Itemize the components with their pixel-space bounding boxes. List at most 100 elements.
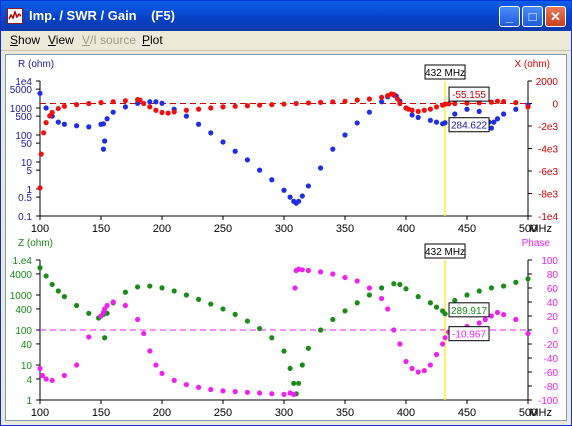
data-point xyxy=(196,121,202,127)
data-point xyxy=(318,165,324,171)
data-point xyxy=(281,391,287,397)
data-point xyxy=(159,285,165,291)
right-tick-label: 0 xyxy=(552,326,558,337)
plots-svg[interactable]: R (ohm) X (ohm)MHz100 150 200 250 300 350 400 45… xyxy=(6,55,566,420)
data-point xyxy=(452,111,458,117)
data-point xyxy=(501,111,507,117)
data-point xyxy=(141,100,147,107)
data-point xyxy=(482,316,488,323)
data-point xyxy=(488,125,494,131)
data-point xyxy=(354,300,360,306)
x-tick-label: 150 xyxy=(92,223,110,235)
data-point xyxy=(220,306,226,312)
data-point xyxy=(37,185,43,191)
data-point xyxy=(257,390,263,396)
data-point xyxy=(354,278,360,284)
data-point xyxy=(43,273,49,279)
data-point xyxy=(476,288,482,294)
data-point xyxy=(433,119,440,125)
data-point xyxy=(291,391,297,397)
right-axis-label: Phase xyxy=(522,238,551,249)
data-point xyxy=(379,285,385,291)
data-point xyxy=(409,107,415,113)
left-tick-label: 4 xyxy=(26,375,32,386)
title-bar[interactable]: Imp. / SWR / Gain (F5) _ □ ✕ xyxy=(1,1,571,31)
close-button[interactable]: ✕ xyxy=(545,6,566,27)
data-point xyxy=(296,198,302,204)
x-tick-label: 450 xyxy=(458,407,476,419)
data-point xyxy=(442,335,448,341)
data-point xyxy=(464,106,470,112)
menu-plot[interactable]: Plot xyxy=(142,33,163,47)
readout-value: -55.155 xyxy=(452,90,486,101)
data-point xyxy=(442,120,448,126)
data-point xyxy=(292,285,298,291)
data-point xyxy=(433,304,440,310)
data-point xyxy=(98,100,104,106)
menu-view[interactable]: View xyxy=(48,33,74,47)
right-tick-label: 80 xyxy=(547,270,559,281)
data-point xyxy=(415,294,421,300)
data-point xyxy=(232,148,238,154)
data-point xyxy=(433,104,440,110)
left-tick-label: 5000 xyxy=(10,85,33,96)
data-point xyxy=(403,286,409,292)
left-tick-label: 4000 xyxy=(10,270,33,281)
data-point xyxy=(342,98,348,104)
left-axis-label: R (ohm) xyxy=(18,59,54,70)
menu-show[interactable]: Show xyxy=(10,33,40,47)
right-tick-label: 0 xyxy=(552,100,558,111)
data-point xyxy=(342,132,348,138)
data-point xyxy=(86,124,92,130)
left-tick-label: 1000 xyxy=(10,291,33,302)
data-point xyxy=(232,103,238,109)
data-point xyxy=(220,139,226,145)
data-point xyxy=(427,300,433,306)
data-point xyxy=(183,292,189,298)
data-point xyxy=(232,311,238,317)
data-point xyxy=(232,389,238,395)
data-point xyxy=(269,335,275,341)
data-point xyxy=(244,103,250,109)
data-point xyxy=(354,97,360,103)
data-point xyxy=(299,267,305,273)
data-point xyxy=(305,100,311,106)
x-tick-label: 100 xyxy=(31,223,49,235)
data-point xyxy=(501,312,507,318)
data-point xyxy=(74,302,80,309)
data-point xyxy=(122,289,128,295)
data-point xyxy=(397,341,403,347)
data-point xyxy=(100,121,107,127)
data-point xyxy=(257,102,263,108)
data-point xyxy=(366,285,372,291)
data-point xyxy=(421,107,427,113)
data-point xyxy=(41,130,47,136)
data-point xyxy=(196,384,202,390)
data-point xyxy=(55,105,61,112)
data-point xyxy=(464,292,470,298)
data-point xyxy=(86,100,92,107)
plot-area[interactable]: R (ohm) X (ohm) MHz 100 150 200 250 300 350 400 45… xyxy=(5,54,567,421)
data-point xyxy=(442,311,448,317)
cursor-label: 432 MHz xyxy=(425,247,465,258)
data-point xyxy=(488,313,494,319)
data-point xyxy=(488,99,494,105)
data-point xyxy=(403,358,409,365)
data-point xyxy=(305,183,311,189)
data-point xyxy=(74,123,80,129)
data-point xyxy=(394,96,401,102)
data-point xyxy=(287,194,293,200)
minimize-button[interactable]: _ xyxy=(499,6,520,27)
maximize-button[interactable]: □ xyxy=(522,6,543,27)
x-tick-label: 200 xyxy=(153,223,171,235)
data-point xyxy=(153,99,159,105)
x-tick-label: 450 xyxy=(458,223,476,235)
data-point xyxy=(452,297,458,304)
data-point xyxy=(37,265,43,271)
left-tick-label: 1.e4 xyxy=(13,256,33,267)
data-point xyxy=(293,100,299,107)
data-point xyxy=(257,167,263,173)
data-point xyxy=(318,269,324,275)
left-tick-label: 1 xyxy=(26,396,32,407)
app-icon[interactable] xyxy=(7,8,23,24)
